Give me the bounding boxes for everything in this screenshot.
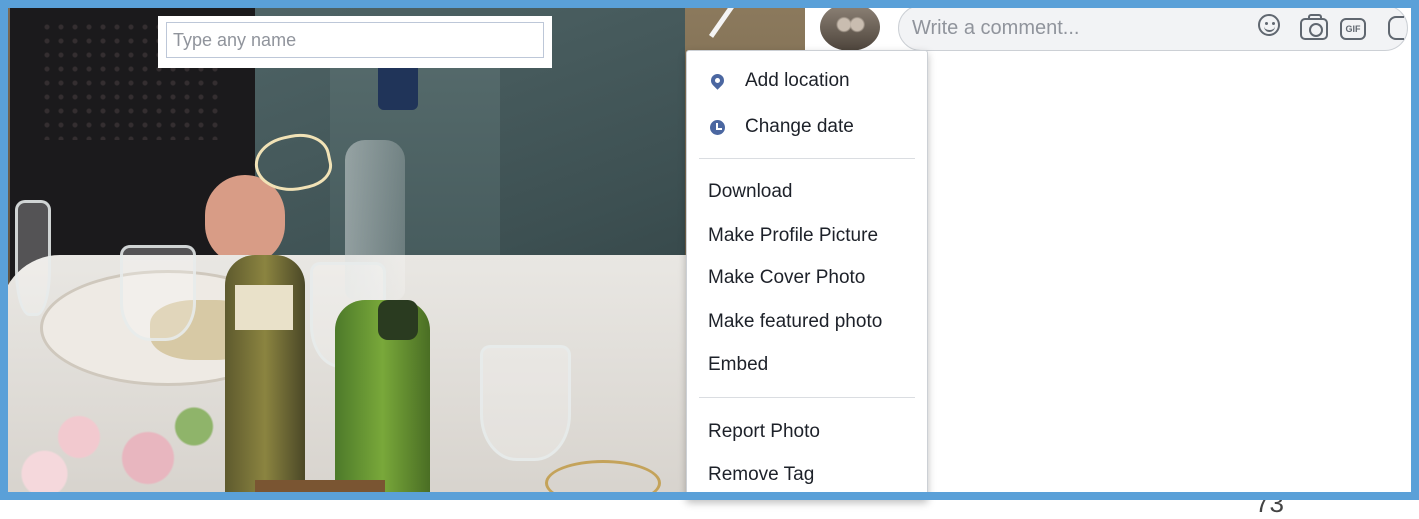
menu-item-make-cover-photo[interactable]: Make Cover Photo <box>687 260 927 296</box>
photo-viewer[interactable] <box>0 0 805 500</box>
menu-divider <box>699 397 915 398</box>
clock-icon <box>710 120 725 135</box>
photo-glass <box>480 345 571 461</box>
tag-name-box <box>158 16 552 68</box>
comment-placeholder[interactable]: Write a comment... <box>912 17 1079 40</box>
gif-icon[interactable]: GIF <box>1340 18 1366 40</box>
camera-icon[interactable] <box>1300 14 1328 40</box>
menu-item-make-featured-photo[interactable]: Make featured photo <box>687 304 927 340</box>
photo-glass <box>15 200 51 316</box>
menu-item-add-location[interactable]: Add location <box>687 63 927 99</box>
menu-item-label: Change date <box>745 116 854 137</box>
menu-item-make-profile-picture[interactable]: Make Profile Picture <box>687 218 927 254</box>
photo-hand <box>205 175 285 265</box>
menu-item-label: Add location <box>745 70 850 91</box>
location-pin-icon <box>708 71 727 90</box>
menu-item-report-photo[interactable]: Report Photo <box>687 414 927 450</box>
avatar[interactable] <box>820 3 880 51</box>
photo-glass <box>120 245 196 341</box>
photo-wood-block <box>255 480 385 500</box>
tag-name-input[interactable] <box>166 22 544 58</box>
photo-bottle-cap <box>378 300 418 340</box>
page-number: 73 <box>1255 488 1284 518</box>
photo-options-menu: Add location Change date Download Make P… <box>686 50 928 500</box>
photo-flowers <box>10 395 240 500</box>
menu-item-change-date[interactable]: Change date <box>687 109 927 145</box>
photo-wine-label <box>235 285 293 330</box>
menu-item-download[interactable]: Download <box>687 174 927 210</box>
menu-divider <box>699 158 915 159</box>
divider <box>1413 56 1415 500</box>
emoji-icon[interactable] <box>1258 14 1280 36</box>
menu-item-remove-tag[interactable]: Remove Tag <box>687 457 927 493</box>
sticker-icon[interactable] <box>1388 16 1404 40</box>
photo-gold-rim <box>545 460 661 500</box>
menu-item-embed[interactable]: Embed <box>687 347 927 383</box>
